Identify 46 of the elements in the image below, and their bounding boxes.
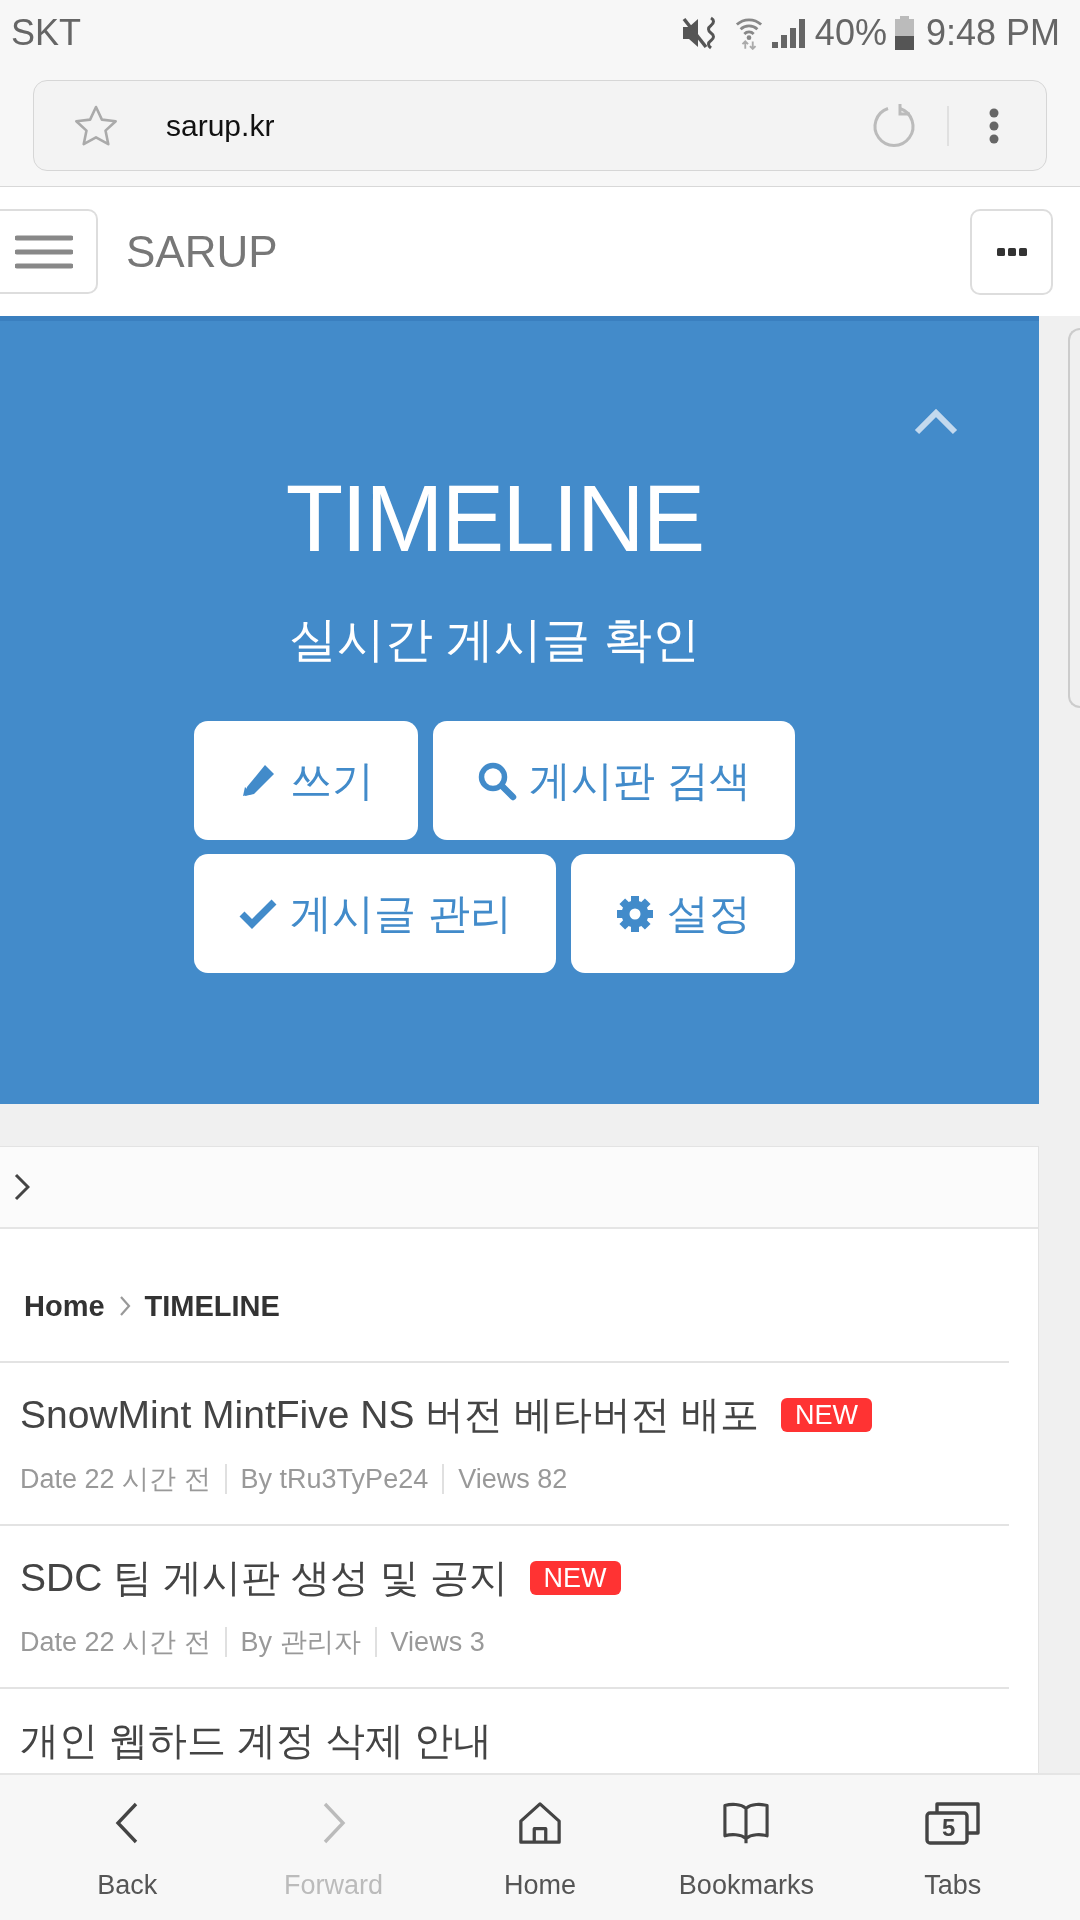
new-badge: NEW: [529, 1561, 621, 1595]
more-button[interactable]: [970, 208, 1053, 295]
home-icon: [517, 1801, 563, 1845]
breadcrumb-current: TIMELINE: [144, 1289, 280, 1323]
menu-icon: [15, 234, 73, 269]
tabs-icon: [924, 1801, 981, 1845]
site-title[interactable]: SARUP: [126, 226, 278, 277]
back-button[interactable]: Back: [24, 1775, 231, 1920]
post-title[interactable]: SnowMint MintFive NS 버전 베타버전 배포: [20, 1391, 759, 1439]
write-button[interactable]: 쓰기: [194, 721, 419, 840]
post-date: Date 22 시간 전: [20, 1626, 211, 1659]
post-title[interactable]: 개인 웹하드 계정 삭제 안내: [20, 1717, 493, 1765]
post-author: By 관리자: [240, 1626, 361, 1659]
post-date: Date 22 시간 전: [20, 1463, 211, 1496]
manage-button[interactable]: 게시글 관리: [194, 854, 556, 973]
more-vertical-icon[interactable]: [989, 107, 999, 144]
signal-icon: [770, 18, 805, 48]
post-views: Views 82: [458, 1463, 568, 1496]
chevron-right-icon: [118, 1295, 131, 1317]
settings-button[interactable]: 설정: [570, 854, 795, 973]
gear-icon: [614, 893, 655, 934]
menu-button[interactable]: [0, 209, 98, 294]
battery-icon: [894, 16, 914, 50]
tab-count: 5: [941, 1814, 957, 1842]
more-horizontal-icon: [996, 247, 1027, 256]
home-button[interactable]: Home: [436, 1775, 644, 1920]
search-icon: [477, 760, 518, 801]
battery-percent: 40%: [814, 12, 887, 54]
star-icon[interactable]: [74, 104, 118, 147]
edge-panel-handle[interactable]: [1068, 328, 1080, 708]
hero-title: TIMELINE: [285, 472, 704, 566]
post-title[interactable]: SDC 팀 게시판 생성 및 공지: [20, 1554, 508, 1602]
url-text[interactable]: sarup.kr: [166, 108, 871, 143]
breadcrumb-link[interactable]: Home: [24, 1289, 105, 1323]
bookmarks-button[interactable]: Bookmarks: [643, 1775, 850, 1920]
chevron-up-icon[interactable]: [913, 408, 959, 436]
wifi-icon: [734, 16, 763, 50]
hero-subtitle: 실시간 게시글 확인: [289, 612, 700, 668]
post-author: By tRu3TyPe24: [240, 1463, 429, 1496]
new-badge: NEW: [780, 1398, 872, 1432]
carrier-name: SKT: [11, 12, 82, 54]
clock-time: 9:48 PM: [925, 12, 1060, 54]
tabs-button[interactable]: 5 Tabs: [849, 1775, 1056, 1920]
chevron-right-icon[interactable]: [14, 1173, 30, 1201]
post-views: Views 3: [390, 1626, 485, 1659]
search-button[interactable]: 게시판 검색: [433, 721, 795, 840]
